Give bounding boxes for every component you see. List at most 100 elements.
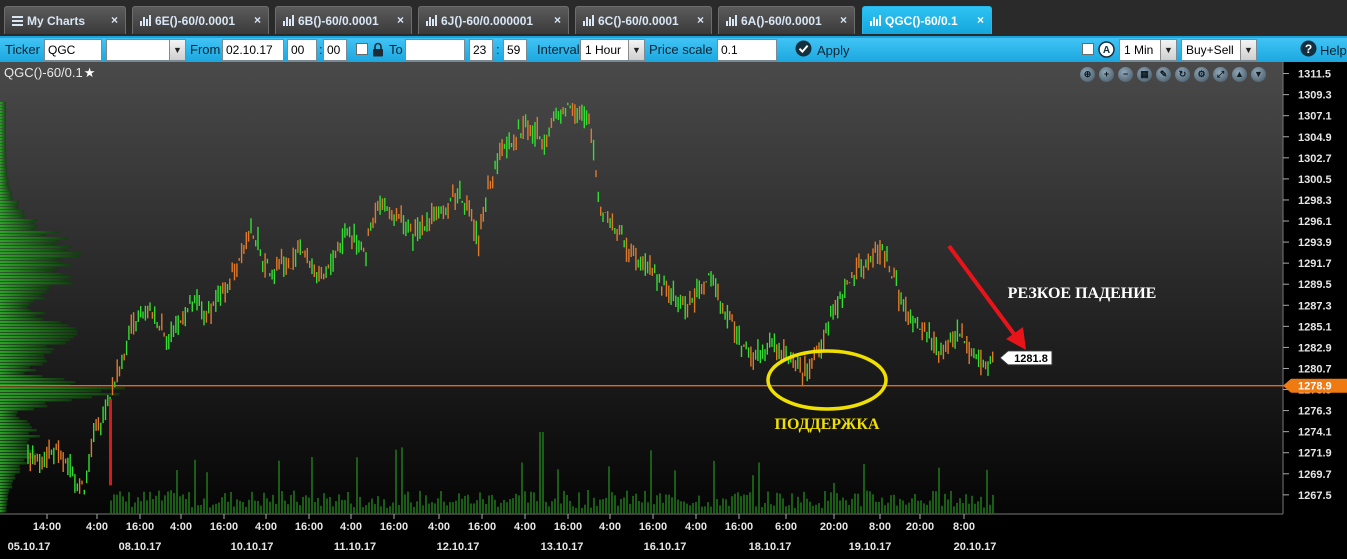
volume-bar (452, 502, 454, 514)
volume-bar (413, 506, 415, 514)
volume-bar (464, 495, 466, 514)
x-time-label: 16:00 (468, 521, 496, 533)
help-button[interactable]: ? Help (1300, 40, 1347, 60)
x-time-label: 4:00 (428, 521, 450, 533)
profile-bar (0, 372, 25, 375)
tab-1[interactable]: 6E()-60/0.0001 × (132, 6, 269, 34)
profile-bar (0, 252, 82, 255)
volume-bar (461, 498, 463, 514)
volume-bar (116, 494, 118, 514)
volume-bar (185, 499, 187, 514)
to-enable-checkbox[interactable] (356, 43, 368, 55)
interval-select[interactable]: 1 Hour ▼ (580, 39, 645, 61)
zoom-in-icon[interactable]: + (1099, 67, 1114, 82)
tab-label: 6E()-60/0.0001 (155, 13, 236, 28)
tab-3[interactable]: 6J()-60/0.000001 × (418, 6, 569, 34)
to-hour-input[interactable] (469, 39, 493, 61)
expand-icon[interactable]: ⤢ (1213, 67, 1228, 82)
chevron-down-icon: ▼ (169, 40, 185, 60)
profile-bar (0, 507, 7, 510)
timeframe-select[interactable]: 1 Min ▼ (1119, 39, 1177, 61)
profile-bar (0, 291, 47, 294)
volume-bar (836, 493, 838, 514)
apply-button[interactable]: Apply (795, 40, 850, 60)
close-icon[interactable]: × (840, 13, 847, 27)
volume-bar (875, 501, 877, 514)
close-icon[interactable]: × (554, 13, 561, 27)
tab-0[interactable]: My Charts × (4, 6, 126, 34)
tab-4[interactable]: 6C()-60/0.0001 × (575, 6, 712, 34)
from-minute-input[interactable] (323, 39, 347, 61)
volume-bar (536, 501, 538, 514)
chart-tools: ⊕ + − ▦ ✎ ↻ ⚙ ⤢ ▲ ▼ (1080, 67, 1266, 82)
y-tick-label: 1267.5 (1298, 490, 1332, 502)
close-icon[interactable]: × (977, 13, 984, 27)
tab-label: 6C()-60/0.0001 (598, 13, 679, 28)
zoom-icon[interactable]: ⊕ (1080, 67, 1095, 82)
profile-bar (0, 483, 12, 486)
to-date-input[interactable] (405, 39, 465, 61)
zoom-out-icon[interactable]: − (1118, 67, 1133, 82)
side-select[interactable]: Buy+Sell ▼ (1181, 39, 1257, 61)
x-time-label: 8:00 (869, 521, 891, 533)
volume-bar (137, 497, 139, 514)
profile-bar (0, 315, 37, 318)
volume-bar (377, 496, 379, 514)
volume-bar (239, 500, 241, 514)
x-time-label: 4:00 (685, 521, 707, 533)
profile-bar (0, 165, 7, 168)
close-icon[interactable]: × (254, 13, 261, 27)
volume-bar (194, 459, 196, 514)
side-select-value: Buy+Sell (1186, 43, 1234, 57)
chevron-down-icon[interactable]: ▼ (1251, 67, 1266, 82)
volume-bar (434, 503, 436, 514)
tab-6[interactable]: QGC()-60/0.1 × (862, 6, 992, 34)
profile-bar (0, 492, 9, 495)
volume-bar (770, 504, 772, 514)
volume-bar (479, 492, 481, 514)
chevron-up-icon[interactable]: ▲ (1232, 67, 1247, 82)
price-scale-input[interactable] (717, 39, 777, 61)
pencil-icon[interactable]: ✎ (1156, 67, 1171, 82)
ticker-input[interactable] (44, 39, 102, 61)
volume-bar (293, 490, 295, 514)
from-hour-input[interactable] (287, 39, 317, 61)
tab-5[interactable]: 6A()-60/0.0001 × (718, 6, 855, 34)
profile-bar (0, 261, 63, 264)
volume-bar (746, 495, 748, 514)
bar-chart-icon (870, 15, 881, 26)
close-icon[interactable]: × (697, 13, 704, 27)
x-time-label: 20:00 (906, 521, 934, 533)
profile-bar (0, 249, 66, 252)
price-chart[interactable]: 1311.5 1309.3 1307.1 1304.9 1302.7 1300.5 1298… (0, 62, 1347, 559)
gear-icon[interactable]: ⚙ (1194, 67, 1209, 82)
volume-bar (842, 497, 844, 514)
volume-bar (311, 457, 313, 514)
profile-bar (0, 354, 45, 357)
profile-bar (0, 366, 31, 369)
volume-bar (629, 503, 631, 514)
volume-bar (791, 493, 793, 514)
chart-area[interactable]: 1311.5 1309.3 1307.1 1304.9 1302.7 1300.5 1298… (0, 62, 1347, 559)
volume-bar (233, 506, 235, 514)
volume-bar (641, 502, 643, 514)
close-icon[interactable]: × (397, 13, 404, 27)
bar-chart-icon (583, 15, 594, 26)
ticker-select[interactable]: ▼ (106, 39, 186, 61)
grid-icon[interactable]: ▦ (1137, 67, 1152, 82)
close-icon[interactable]: × (111, 13, 118, 27)
chevron-down-icon: ▼ (1160, 40, 1176, 60)
profile-bar (0, 369, 37, 372)
tab-2[interactable]: 6B()-60/0.0001 × (275, 6, 412, 34)
star-icon[interactable]: ★ (84, 65, 96, 80)
profile-bar (0, 393, 120, 396)
tab-label: My Charts (27, 13, 86, 28)
to-minute-input[interactable] (503, 39, 527, 61)
from-date-input[interactable] (222, 39, 284, 61)
refresh-icon[interactable]: ↻ (1175, 67, 1190, 82)
alert-circle-icon[interactable]: A (1098, 41, 1115, 61)
last-price-label: 1281.8 (1014, 353, 1048, 365)
volume-bar (581, 507, 583, 514)
volume-bar (872, 494, 874, 514)
option-checkbox[interactable] (1082, 43, 1094, 55)
